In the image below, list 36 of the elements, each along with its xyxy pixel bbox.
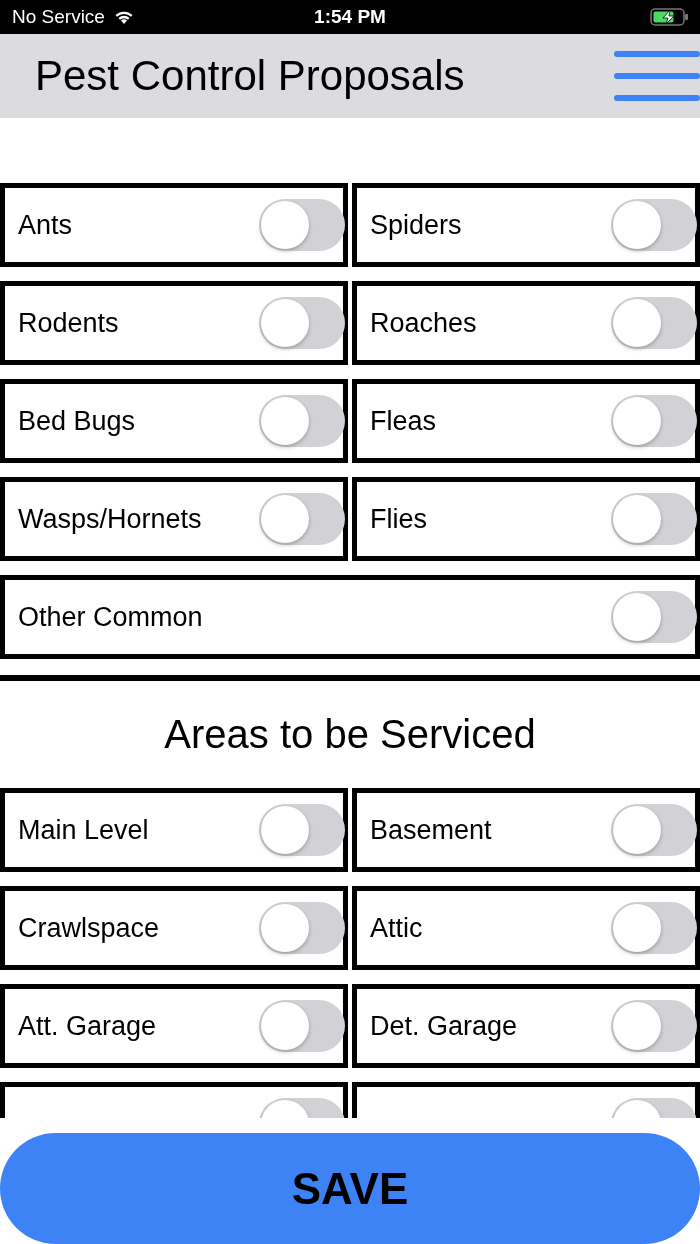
option-label: Fleas (370, 405, 437, 437)
toggle-switch[interactable] (259, 395, 345, 447)
option-label: Att. Garage (18, 1010, 157, 1042)
page-title: Pest Control Proposals (35, 52, 465, 100)
option-label: Roaches (370, 307, 477, 339)
option-label: Attic (370, 912, 423, 944)
toggle-switch[interactable] (611, 297, 697, 349)
carrier-text: No Service (12, 6, 105, 28)
menu-button[interactable] (614, 51, 700, 101)
option-label: Ants (18, 209, 73, 241)
option-label: Basement (370, 814, 492, 846)
clock-time: 1:54 PM (314, 6, 386, 28)
toggle-switch[interactable] (611, 1000, 697, 1052)
toggle-switch[interactable] (611, 395, 697, 447)
option-label: Other Common (18, 601, 203, 633)
option-label: Rodents (18, 307, 119, 339)
section-heading: Areas to be Serviced (164, 712, 536, 757)
toggle-switch[interactable] (259, 1000, 345, 1052)
toggle-switch[interactable] (259, 493, 345, 545)
toggle-switch[interactable] (259, 804, 345, 856)
option-label: Wasps/Hornets (18, 503, 202, 535)
option-label: Crawlspace (18, 912, 160, 944)
option-label: Det. Garage (370, 1010, 518, 1042)
toggle-switch[interactable] (611, 591, 697, 643)
toggle-switch[interactable] (611, 493, 697, 545)
toggle-switch[interactable] (259, 297, 345, 349)
toggle-switch[interactable] (259, 902, 345, 954)
toggle-switch[interactable] (259, 199, 345, 251)
option-label: Spiders (370, 209, 462, 241)
toggle-switch[interactable] (611, 199, 697, 251)
option-label: Flies (370, 503, 427, 535)
save-button[interactable]: SAVE (0, 1133, 700, 1244)
option-label: Bed Bugs (18, 405, 136, 437)
toggle-switch[interactable] (611, 804, 697, 856)
option-label: Main Level (18, 814, 149, 846)
toggle-switch[interactable] (611, 902, 697, 954)
